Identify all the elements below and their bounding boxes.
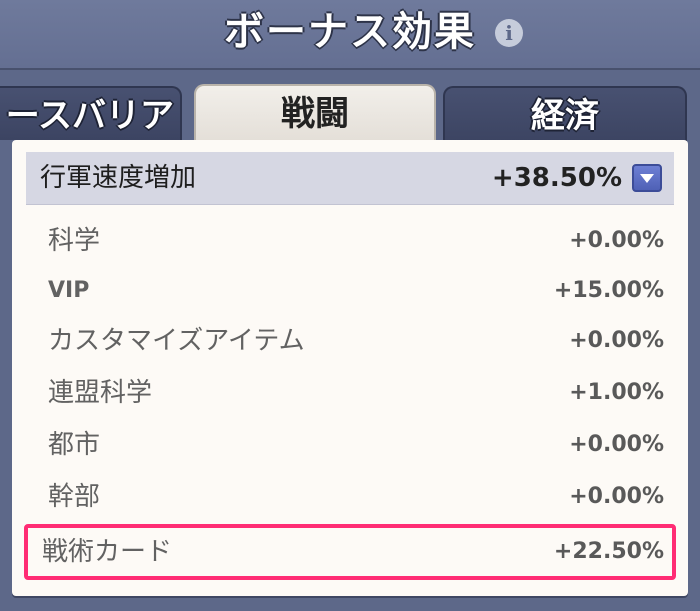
bonus-source-value: +22.50% <box>553 539 664 564</box>
bonus-source-label: 連盟科学 <box>48 378 153 408</box>
list-item: カスタマイズアイテム +0.00% <box>26 316 674 366</box>
chevron-down-icon[interactable] <box>632 164 662 192</box>
tab-economy[interactable]: 経済 <box>443 86 687 142</box>
bonus-source-value: +0.00% <box>569 432 664 457</box>
bonus-panel: 行軍速度増加 +38.50% 科学 +0.00% VIP +15.00% カスタ… <box>12 140 688 596</box>
tab-label: 経済 <box>531 96 599 136</box>
page-title: ボーナス効果 <box>224 9 476 55</box>
bonus-category-label: 行軍速度増加 <box>40 163 197 193</box>
tab-base-barrier[interactable]: ースバリア <box>0 86 182 140</box>
bonus-source-value: +15.00% <box>553 278 664 303</box>
tab-combat[interactable]: 戦闘 <box>194 84 436 144</box>
bonus-source-label: 都市 <box>48 430 101 460</box>
bonus-source-label: VIP <box>48 278 90 303</box>
list-item: 科学 +0.00% <box>26 216 674 266</box>
list-item: 連盟科学 +1.00% <box>26 368 674 418</box>
march-speed-header[interactable]: 行軍速度増加 +38.50% <box>26 152 674 205</box>
tab-label: 戦闘 <box>281 94 349 134</box>
highlighted-list-item: 戦術カード +22.50% <box>24 524 676 580</box>
bonus-source-value: +0.00% <box>569 328 664 353</box>
bonus-source-value: +0.00% <box>569 228 664 253</box>
bonus-source-value: +0.00% <box>569 484 664 509</box>
info-icon[interactable]: i <box>495 19 523 47</box>
bonus-total-value: +38.50% <box>491 163 622 193</box>
list-item: 都市 +0.00% <box>26 420 674 470</box>
bonus-source-label: カスタマイズアイテム <box>48 326 305 356</box>
bonus-source-value: +1.00% <box>569 380 664 405</box>
title-bar: ボーナス効果 i <box>0 0 700 70</box>
bonus-source-label: 科学 <box>48 226 101 256</box>
list-item: VIP +15.00% <box>26 266 674 316</box>
bonus-source-label: 幹部 <box>48 482 101 512</box>
bonus-source-label: 戦術カード <box>42 537 173 567</box>
tab-label: ースバリア <box>5 96 174 136</box>
list-item: 幹部 +0.00% <box>26 472 674 522</box>
